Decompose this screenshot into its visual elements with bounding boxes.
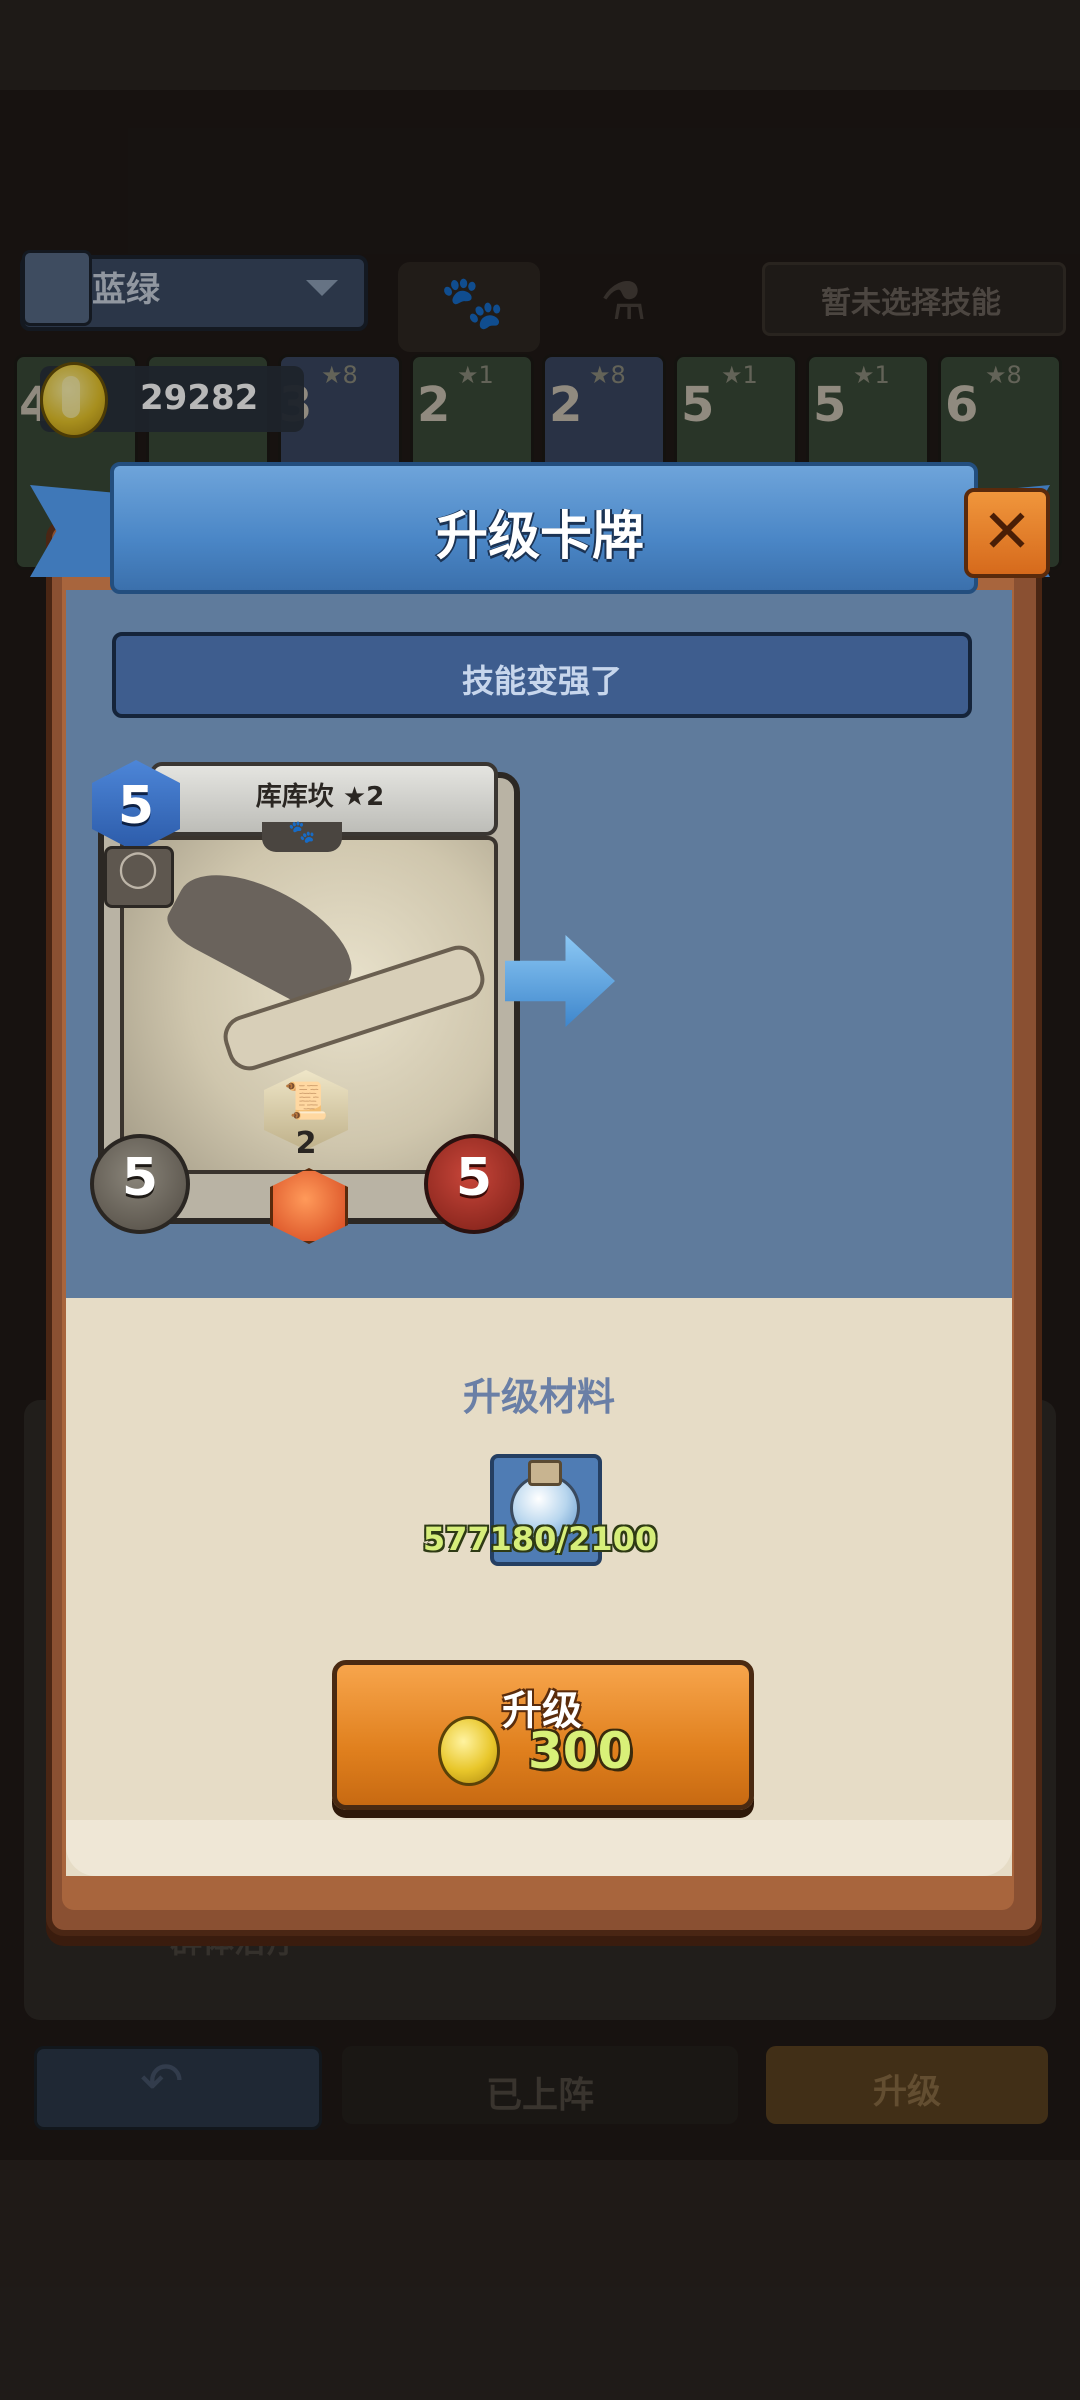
paper-edge [66, 1820, 1012, 1876]
gold-coin-icon [438, 1716, 500, 1786]
card-attack: 5 [121, 1148, 159, 1208]
info-text: 技能变强了 [461, 662, 622, 700]
card-health: 5 [455, 1148, 493, 1208]
potion-cork [528, 1460, 562, 1486]
close-icon[interactable]: ✕ [964, 488, 1050, 578]
ring-icon: ◯ [117, 848, 159, 889]
material-count: 577180/2100 [422, 1520, 658, 1558]
scroll-count: 2 [295, 1126, 317, 1161]
materials-label: 升级材料 [462, 1375, 615, 1419]
scroll-icon: 📜 [283, 1081, 329, 1122]
card-mana-cost: 5 [117, 776, 155, 836]
card-name: 库库坎 ★2 [255, 782, 385, 812]
upgrade-cost: 300 [528, 1722, 633, 1780]
paw-icon: 🐾 [288, 820, 316, 845]
modal-title: 升级卡牌 [435, 507, 644, 567]
